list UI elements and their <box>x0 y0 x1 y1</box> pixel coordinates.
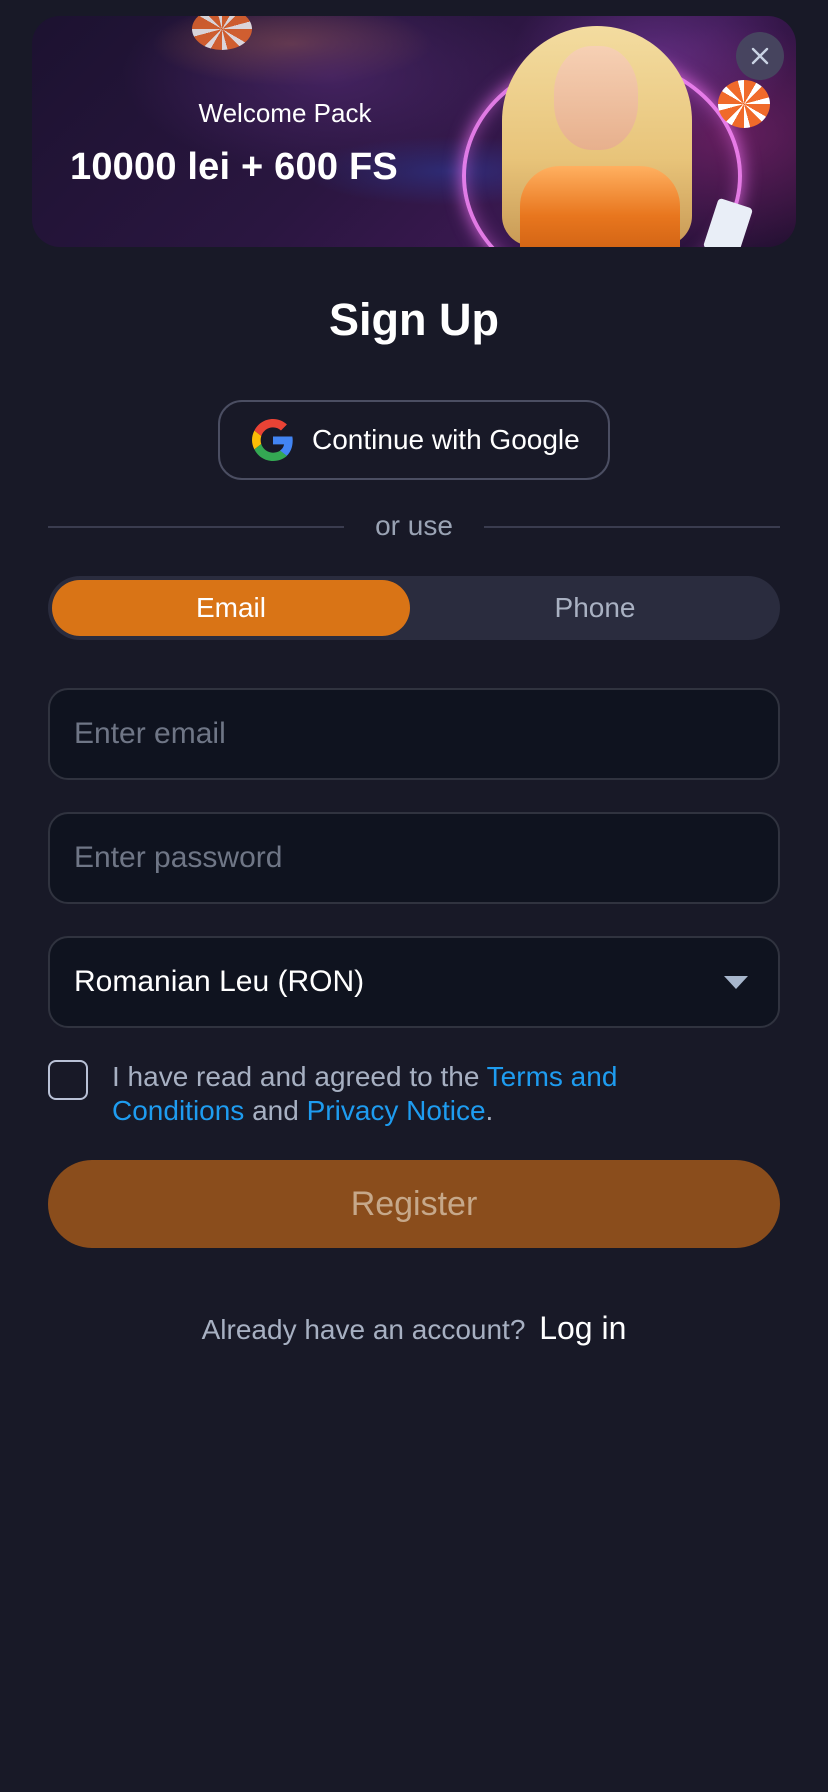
page-title: Sign Up <box>329 294 499 345</box>
login-row: Already have an account? Log in <box>0 1310 828 1347</box>
promo-model-dress <box>520 166 680 247</box>
divider-line <box>484 526 780 528</box>
casino-chip-image <box>718 80 770 128</box>
divider-line <box>48 526 344 528</box>
password-field-container <box>48 812 780 904</box>
continue-with-google-button[interactable]: Continue with Google <box>218 400 610 480</box>
terms-middle: and <box>244 1095 307 1126</box>
register-button[interactable]: Register <box>48 1160 780 1248</box>
casino-chip-image <box>192 16 252 50</box>
currency-select-value: Romanian Leu (RON) <box>74 965 365 998</box>
promo-model-face <box>554 46 638 150</box>
email-field-container <box>48 688 780 780</box>
email-input[interactable] <box>74 717 778 751</box>
currency-select[interactable]: Romanian Leu (RON) <box>48 936 780 1028</box>
login-link[interactable]: Log in <box>539 1310 626 1346</box>
privacy-notice-link[interactable]: Privacy Notice <box>307 1095 486 1126</box>
terms-checkbox[interactable] <box>48 1060 88 1100</box>
terms-prefix: I have read and agreed to the <box>112 1061 487 1092</box>
google-button-label: Continue with Google <box>312 424 580 455</box>
signup-method-tabs: Email Phone <box>48 576 780 640</box>
promo-banner[interactable]: Welcome Pack 10000 lei + 600 FS <box>32 16 796 247</box>
banner-bonus-text: 10000 lei + 600 FS <box>70 146 398 188</box>
password-input[interactable] <box>74 841 778 875</box>
terms-suffix: . <box>485 1095 494 1126</box>
google-icon <box>252 419 293 461</box>
close-icon <box>751 47 769 65</box>
divider-text: or use <box>375 510 453 541</box>
chevron-down-icon <box>724 975 748 989</box>
tab-phone[interactable]: Phone <box>414 580 776 636</box>
terms-text: I have read and agreed to the Terms and … <box>112 1060 672 1128</box>
close-button[interactable] <box>736 32 784 80</box>
tab-email[interactable]: Email <box>52 580 410 636</box>
banner-welcome-text: Welcome Pack <box>198 98 372 128</box>
login-prompt: Already have an account? <box>201 1314 526 1345</box>
